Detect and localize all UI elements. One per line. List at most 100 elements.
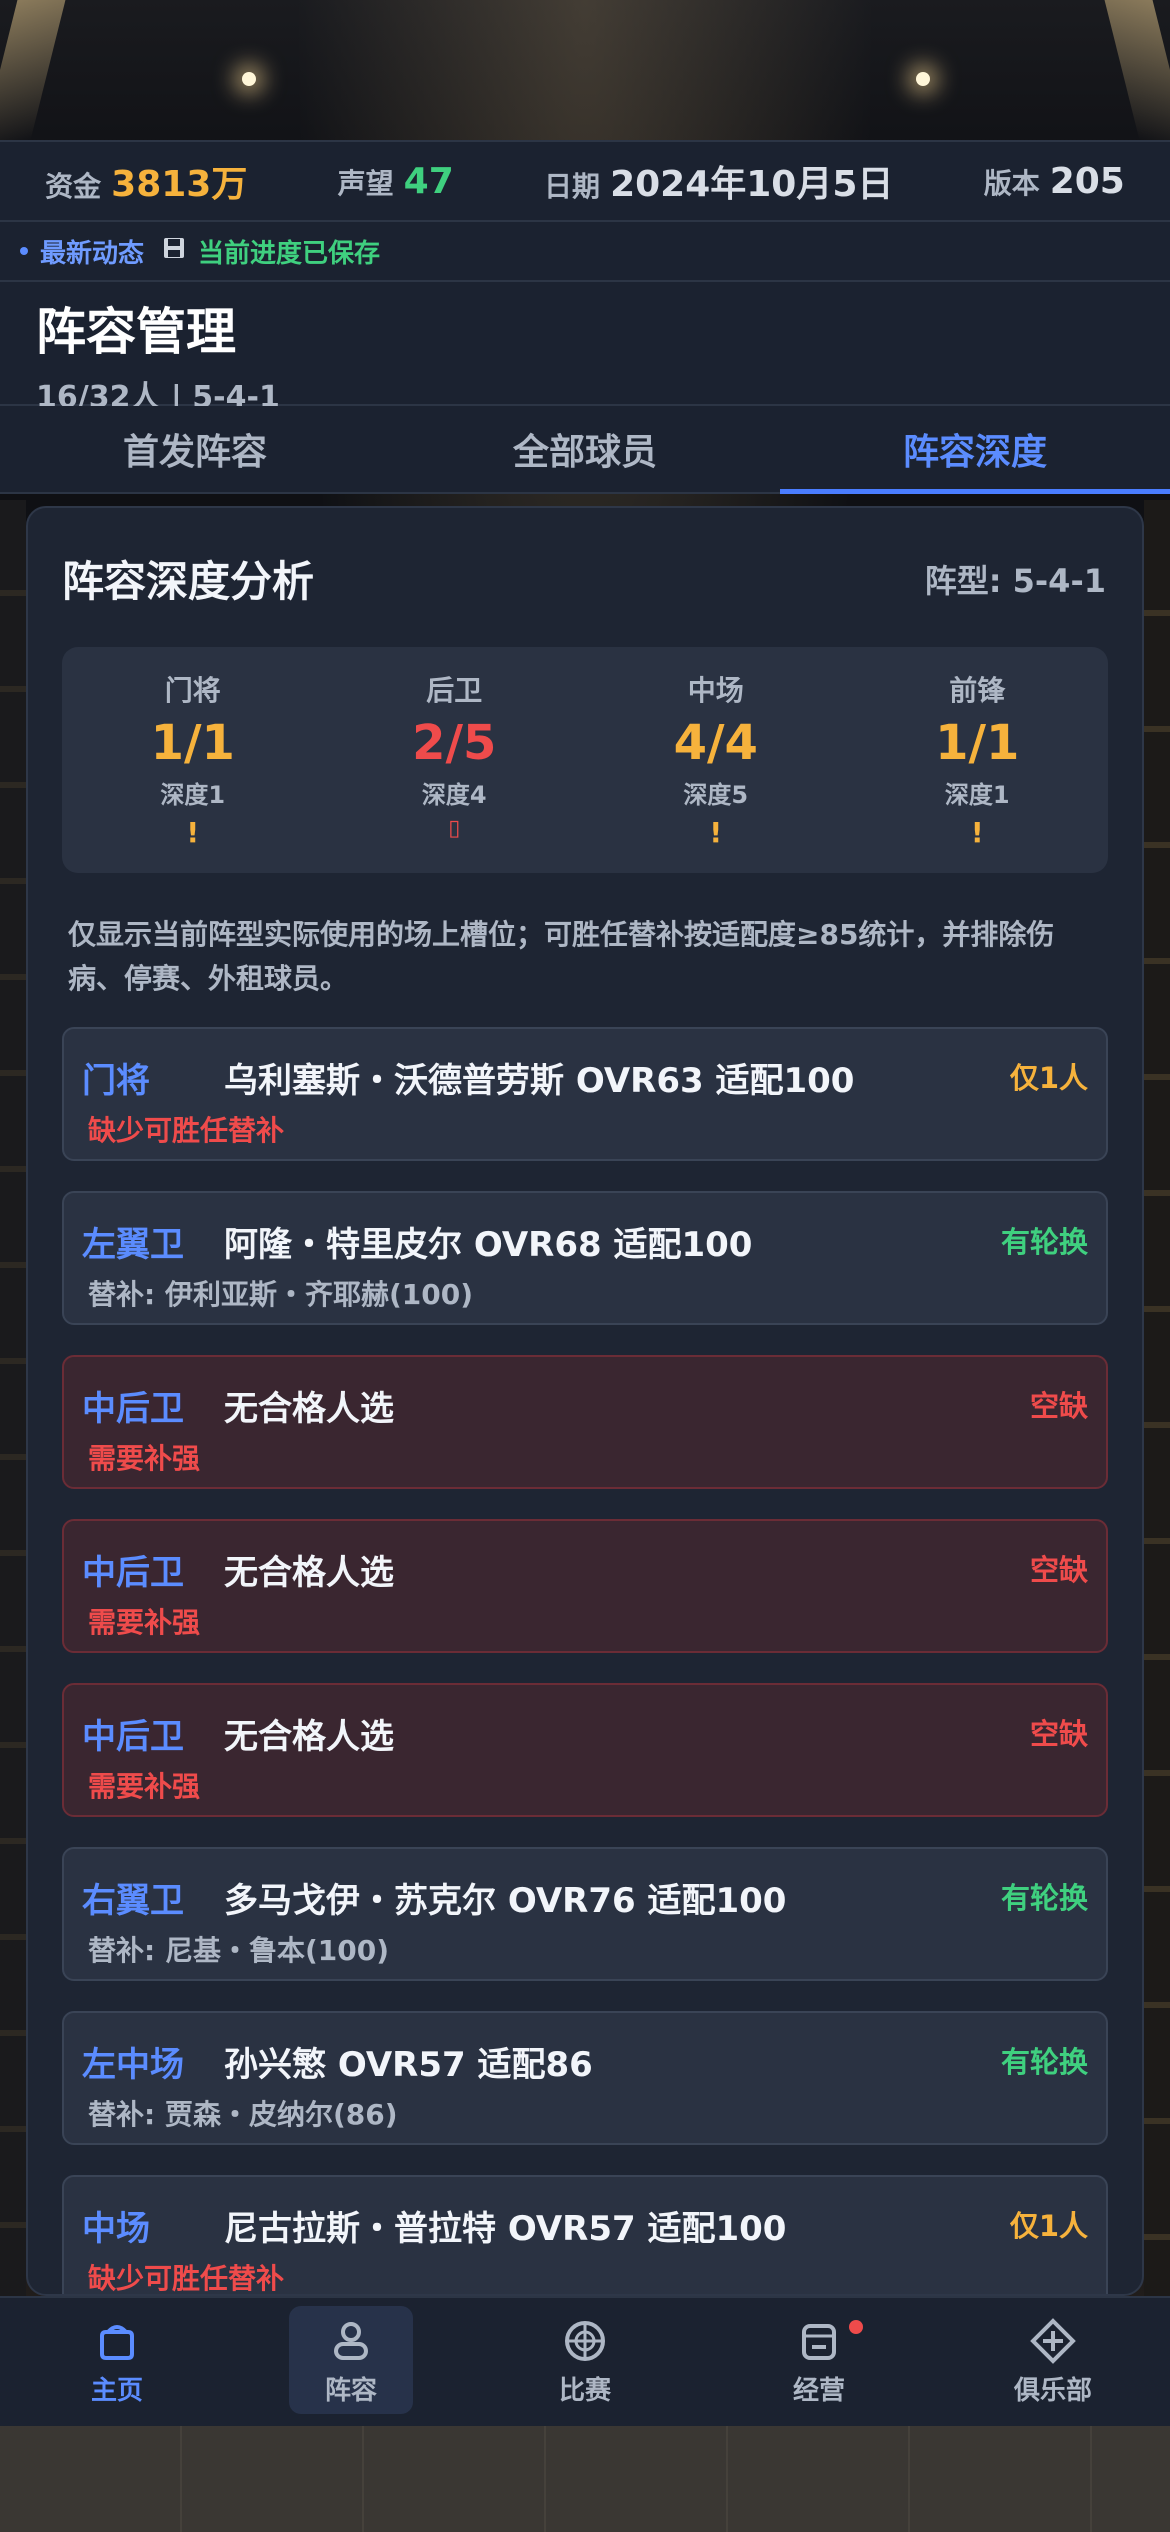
slot-sub: 需要补强: [88, 1770, 201, 1803]
slot-status-badge: 有轮换: [1000, 2045, 1088, 2079]
summary-forward: 前锋 1/1 深度1 !: [847, 647, 1109, 873]
slot-status-badge: 仅1人: [1009, 1061, 1088, 1095]
date-label: 日期: [544, 170, 601, 203]
slot-player: 无合格人选: [224, 1717, 394, 1757]
reputation-stat: 声望 47: [338, 161, 454, 202]
slot-player: 多马戈伊・苏克尔 OVR76 适配100: [224, 1881, 787, 1921]
depth-summary: 门将 1/1 深度1 ! 后卫 2/5 深度4 ▯ 中场 4/4 深度5 ! 前…: [62, 647, 1108, 873]
bottom-nav: 主页 阵容 比赛 经营 俱乐部: [0, 2296, 1170, 2426]
status-bar: 资金 3813万 声望 47 日期 2024年10月5日 版本 205: [0, 140, 1170, 222]
date-value: 2024年10月5日: [610, 164, 894, 205]
tab-bar: 首发阵容 全部球员 阵容深度: [0, 406, 1170, 494]
summary-midfield: 中场 4/4 深度5 !: [585, 647, 847, 873]
nav-management[interactable]: 经营: [702, 2298, 936, 2426]
summary-defender: 后卫 2/5 深度4 ▯: [324, 647, 586, 873]
news-label[interactable]: 最新动态: [40, 233, 144, 270]
slot-row[interactable]: 门将 乌利塞斯・沃德普劳斯 OVR63 适配100 缺少可胜任替补 仅1人: [62, 1027, 1108, 1161]
locker-wall: [1144, 500, 1170, 2300]
slot-row[interactable]: 中场 尼古拉斯・普拉特 OVR57 适配100 缺少可胜任替补 仅1人: [62, 2175, 1108, 2295]
notification-badge: [849, 2320, 863, 2334]
version-stat: 版本 205: [984, 161, 1125, 202]
tab-starting-lineup[interactable]: 首发阵容: [0, 406, 390, 492]
user-icon: [334, 2321, 368, 2360]
summary-ratio: 2/5: [412, 715, 497, 771]
calendar-icon: [802, 2323, 836, 2360]
nav-home[interactable]: 主页: [0, 2298, 234, 2426]
locker-wall: [0, 500, 26, 2300]
light-beam: [1104, 0, 1170, 140]
slot-sub: 替补: 尼基・鲁本(100): [88, 1934, 389, 1967]
warning-icon: !: [186, 816, 200, 849]
floppy-icon: [162, 236, 186, 266]
summary-pos: 中场: [687, 674, 744, 707]
slot-sub: 替补: 贾森・皮纳尔(86): [88, 2098, 398, 2131]
slot-status-badge: 仅1人: [1009, 2209, 1088, 2243]
nav-label: 比赛: [558, 2375, 611, 2406]
slot-status-badge: 有轮换: [1000, 1881, 1088, 1915]
nav-lineup[interactable]: 阵容: [234, 2298, 468, 2426]
save-status: 当前进度已保存: [198, 238, 381, 269]
summary-depth: 深度5: [683, 781, 749, 809]
funds-value: 3813万: [111, 164, 248, 205]
nav-label: 主页: [90, 2375, 143, 2406]
tab-all-players[interactable]: 全部球员: [390, 406, 780, 492]
slot-row[interactable]: 左中场 孙兴慜 OVR57 适配86 替补: 贾森・皮纳尔(86) 有轮换: [62, 2011, 1108, 2145]
summary-ratio: 1/1: [150, 715, 235, 771]
funds-stat: 资金 3813万: [45, 155, 247, 207]
news-dot-icon: [20, 247, 28, 255]
slot-status-badge: 有轮换: [1000, 1225, 1088, 1259]
ceiling-lamp: [242, 72, 256, 86]
slot-player: 孙兴慜 OVR57 适配86: [224, 2045, 593, 2085]
depth-panel[interactable]: 阵容深度分析 阵型: 5-4-1 门将 1/1 深度1 ! 后卫 2/5 深度4…: [26, 506, 1144, 2296]
summary-pos: 前锋: [949, 674, 1006, 707]
depth-note: 仅显示当前阵型实际使用的场上槽位；可胜任替补按适配度≥85统计，并排除伤病、停赛…: [68, 918, 1055, 995]
date-stat: 日期 2024年10月5日: [544, 155, 893, 207]
summary-goalkeeper: 门将 1/1 深度1 !: [62, 647, 324, 873]
slot-position: 门将: [82, 1061, 150, 1101]
slot-sub: 需要补强: [88, 1442, 201, 1475]
slot-position: 左中场: [82, 2045, 184, 2085]
nav-label: 俱乐部: [1013, 2375, 1092, 2406]
slot-status-badge: 空缺: [1029, 1717, 1088, 1751]
ball-icon: [565, 2320, 605, 2361]
summary-pos: 门将: [164, 674, 221, 707]
slot-sub: 需要补强: [88, 1606, 201, 1639]
version-label: 版本: [983, 166, 1040, 200]
slot-player: 无合格人选: [224, 1553, 394, 1593]
slot-row[interactable]: 右翼卫 多马戈伊・苏克尔 OVR76 适配100 替补: 尼基・鲁本(100) …: [62, 1847, 1108, 1981]
panel-title: 阵容深度分析: [62, 557, 315, 606]
nav-label: 阵容: [324, 2375, 377, 2406]
slot-position: 中后卫: [82, 1553, 184, 1593]
light-beam: [0, 0, 66, 140]
slot-row[interactable]: 中后卫 无合格人选 需要补强 空缺: [62, 1683, 1108, 1817]
reputation-label: 声望: [337, 166, 394, 200]
summary-ratio: 1/1: [935, 715, 1020, 771]
slot-status-badge: 空缺: [1029, 1389, 1088, 1423]
slot-position: 中后卫: [82, 1717, 184, 1757]
slot-position: 中后卫: [82, 1389, 184, 1429]
funds-label: 资金: [45, 170, 102, 203]
slot-player: 无合格人选: [224, 1389, 394, 1429]
nav-club[interactable]: 俱乐部: [936, 2298, 1170, 2426]
news-bar[interactable]: 最新动态 当前进度已保存: [0, 222, 1170, 282]
slot-player: 乌利塞斯・沃德普劳斯 OVR63 适配100: [224, 1061, 855, 1101]
page-title: 阵容管理: [36, 303, 236, 361]
slot-sub: 替补: 伊利亚斯・齐耶赫(100): [88, 1278, 473, 1311]
slot-row[interactable]: 中后卫 无合格人选 需要补强 空缺: [62, 1519, 1108, 1653]
reputation-value: 47: [403, 160, 454, 202]
summary-depth: 深度1: [160, 781, 226, 809]
slot-status-badge: 空缺: [1029, 1553, 1088, 1587]
version-value: 205: [1049, 160, 1125, 202]
alert-icon: ▯: [448, 816, 461, 841]
nav-match[interactable]: 比赛: [468, 2298, 702, 2426]
slot-sub: 缺少可胜任替补: [88, 2262, 285, 2295]
warning-icon: !: [970, 816, 984, 849]
slot-player: 尼古拉斯・普拉特 OVR57 适配100: [224, 2209, 787, 2249]
summary-depth: 深度4: [421, 781, 487, 809]
floor: [0, 2422, 1170, 2532]
summary-ratio: 4/4: [673, 715, 758, 771]
slot-row[interactable]: 左翼卫 阿隆・特里皮尔 OVR68 适配100 替补: 伊利亚斯・齐耶赫(100…: [62, 1191, 1108, 1325]
tab-squad-depth[interactable]: 阵容深度: [780, 406, 1170, 494]
slot-row[interactable]: 中后卫 无合格人选 需要补强 空缺: [62, 1355, 1108, 1489]
summary-depth: 深度1: [944, 781, 1010, 809]
